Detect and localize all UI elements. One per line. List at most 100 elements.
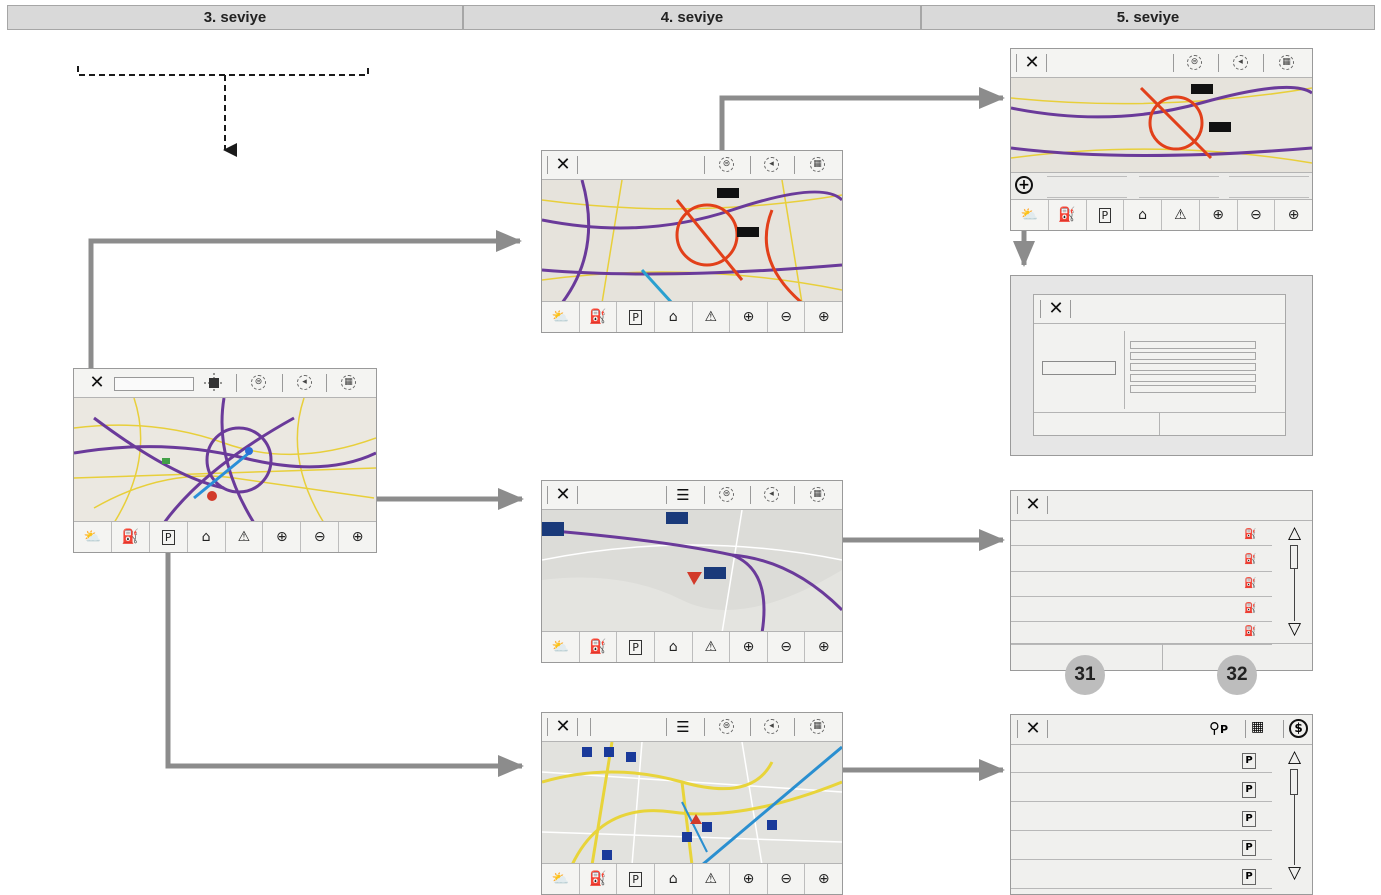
map-layers-icon[interactable]: ▦ bbox=[810, 487, 825, 502]
parking-spot-icon: P bbox=[1242, 753, 1256, 769]
close-icon[interactable]: ✕ bbox=[1021, 51, 1043, 75]
map-layers-icon[interactable]: ▦ bbox=[1279, 55, 1294, 70]
list-item[interactable] bbox=[1011, 572, 1272, 597]
weather-icon[interactable]: ⛅ bbox=[542, 864, 579, 894]
map-view[interactable] bbox=[542, 509, 842, 634]
zoom-search-icon[interactable]: ⊕ bbox=[804, 632, 842, 662]
sort-distance-icon[interactable]: ⚲P bbox=[1209, 719, 1228, 737]
zoom-in-icon[interactable]: ⊕ bbox=[729, 864, 767, 894]
close-icon[interactable]: ✕ bbox=[552, 483, 574, 507]
list-item[interactable] bbox=[1011, 546, 1272, 572]
bottom-toolbar: ⛅ ⛽ P ⌂ ⚠ ⊕ ⊖ ⊕ bbox=[542, 631, 842, 662]
scroll-thumb[interactable] bbox=[1290, 545, 1298, 569]
fuel-station-icon: ⛽ bbox=[1244, 603, 1257, 614]
navigate-icon[interactable]: ◂ bbox=[764, 487, 779, 502]
close-icon[interactable]: ✕ bbox=[552, 153, 574, 177]
navigate-icon[interactable]: ◂ bbox=[764, 719, 779, 734]
warning-icon[interactable]: ⚠ bbox=[1161, 200, 1199, 230]
weather-icon[interactable]: ⛅ bbox=[1011, 200, 1048, 230]
dealer-icon[interactable]: ⌂ bbox=[186, 522, 225, 552]
scroll-up-arrow[interactable]: △ bbox=[1288, 747, 1302, 767]
map-layers-icon[interactable]: ▦ bbox=[810, 157, 825, 172]
weather-icon[interactable]: ⛅ bbox=[542, 302, 579, 332]
parking-icon[interactable]: P bbox=[616, 632, 654, 662]
zoom-search-icon[interactable]: ⊕ bbox=[1274, 200, 1312, 230]
scroll-track[interactable] bbox=[1294, 569, 1295, 621]
list-icon[interactable]: ☰ bbox=[672, 483, 694, 507]
fuel-icon[interactable]: ⛽ bbox=[578, 864, 617, 894]
traffic-icon[interactable]: ⊜ bbox=[719, 487, 734, 502]
scroll-track[interactable] bbox=[1294, 795, 1295, 865]
scroll-up-arrow[interactable]: △ bbox=[1288, 523, 1302, 543]
zoom-out-icon[interactable]: ⊖ bbox=[300, 522, 338, 552]
search-field[interactable] bbox=[114, 377, 194, 391]
list-item[interactable] bbox=[1011, 744, 1272, 773]
parking-icon[interactable]: P bbox=[1085, 200, 1124, 230]
weather-icon[interactable]: ⛅ bbox=[542, 632, 579, 662]
traffic-icon[interactable]: ⊜ bbox=[1187, 55, 1202, 70]
scroll-down-arrow[interactable]: ▽ bbox=[1288, 619, 1302, 639]
navigate-icon[interactable]: ◂ bbox=[1233, 55, 1248, 70]
sort-price-icon[interactable]: ▦ bbox=[1251, 719, 1264, 735]
top-bar: ✕ ⊜ ◂ ▦ bbox=[1011, 49, 1312, 78]
close-icon[interactable]: ✕ bbox=[552, 715, 574, 739]
dealer-icon[interactable]: ⌂ bbox=[653, 302, 692, 332]
crosshair-icon[interactable] bbox=[204, 373, 224, 393]
footer-button[interactable] bbox=[1160, 413, 1285, 435]
zoom-in-icon[interactable]: ⊕ bbox=[1198, 200, 1237, 230]
parking-icon[interactable]: P bbox=[616, 864, 654, 894]
list-item[interactable] bbox=[1011, 520, 1272, 546]
dealer-icon[interactable]: ⌂ bbox=[653, 632, 692, 662]
fuel-icon[interactable]: ⛽ bbox=[578, 632, 617, 662]
list-item[interactable] bbox=[1011, 622, 1272, 645]
zoom-search-icon[interactable]: ⊕ bbox=[804, 864, 842, 894]
close-icon[interactable]: ✕ bbox=[1045, 297, 1067, 321]
list-item[interactable] bbox=[1011, 860, 1272, 889]
zoom-in-icon[interactable]: ⊕ bbox=[729, 302, 767, 332]
dealer-icon[interactable]: ⌂ bbox=[653, 864, 692, 894]
zoom-out-icon[interactable]: ⊖ bbox=[766, 302, 805, 332]
navigate-icon[interactable]: ◂ bbox=[297, 375, 312, 390]
map-layers-icon[interactable]: ▦ bbox=[341, 375, 356, 390]
close-icon[interactable]: ✕ bbox=[1022, 493, 1044, 517]
zoom-out-icon[interactable]: ⊖ bbox=[1236, 200, 1275, 230]
zoom-in-icon[interactable]: ⊕ bbox=[262, 522, 300, 552]
traffic-icon[interactable]: ⊜ bbox=[719, 157, 734, 172]
warning-icon[interactable]: ⚠ bbox=[224, 522, 263, 552]
zoom-search-icon[interactable]: ⊕ bbox=[338, 522, 376, 552]
warning-icon[interactable]: ⚠ bbox=[691, 864, 730, 894]
warning-icon[interactable]: ⚠ bbox=[691, 632, 730, 662]
scroll-thumb[interactable] bbox=[1290, 769, 1298, 795]
scroll-down-arrow[interactable]: ▽ bbox=[1288, 863, 1302, 883]
navigate-icon[interactable]: ◂ bbox=[764, 157, 779, 172]
parking-icon[interactable]: P bbox=[148, 522, 187, 552]
zoom-out-icon[interactable]: ⊖ bbox=[766, 864, 805, 894]
fuel-icon[interactable]: ⛽ bbox=[578, 302, 617, 332]
map-view[interactable] bbox=[542, 741, 842, 867]
weather-icon[interactable]: ⛅ bbox=[74, 522, 111, 552]
zoom-search-icon[interactable]: ⊕ bbox=[804, 302, 842, 332]
map-layers-icon[interactable]: ▦ bbox=[810, 719, 825, 734]
close-icon[interactable]: ✕ bbox=[86, 371, 108, 395]
list-icon[interactable]: ☰ bbox=[672, 715, 694, 739]
fuel-icon[interactable]: ⛽ bbox=[110, 522, 149, 552]
fuel-icon[interactable]: ⛽ bbox=[1047, 200, 1086, 230]
map-view[interactable] bbox=[542, 179, 842, 305]
close-icon[interactable]: ✕ bbox=[1022, 717, 1044, 741]
parking-icon[interactable]: P bbox=[616, 302, 654, 332]
list-item[interactable] bbox=[1011, 597, 1272, 622]
warning-icon[interactable]: ⚠ bbox=[691, 302, 730, 332]
footer-button[interactable] bbox=[1034, 413, 1160, 435]
zoom-out-icon[interactable]: ⊖ bbox=[766, 632, 805, 662]
list-item[interactable] bbox=[1011, 802, 1272, 831]
zoom-in-icon[interactable]: ⊕ bbox=[729, 632, 767, 662]
map-view[interactable] bbox=[74, 397, 376, 524]
dealer-icon[interactable]: ⌂ bbox=[1123, 200, 1161, 230]
list-item[interactable] bbox=[1011, 831, 1272, 860]
zoom-in-icon[interactable]: + bbox=[1015, 176, 1033, 194]
traffic-icon[interactable]: ⊜ bbox=[719, 719, 734, 734]
map-view[interactable] bbox=[1011, 78, 1312, 172]
list-item[interactable] bbox=[1011, 773, 1272, 802]
traffic-icon[interactable]: ⊜ bbox=[251, 375, 266, 390]
dollar-icon[interactable]: $ bbox=[1289, 719, 1308, 738]
